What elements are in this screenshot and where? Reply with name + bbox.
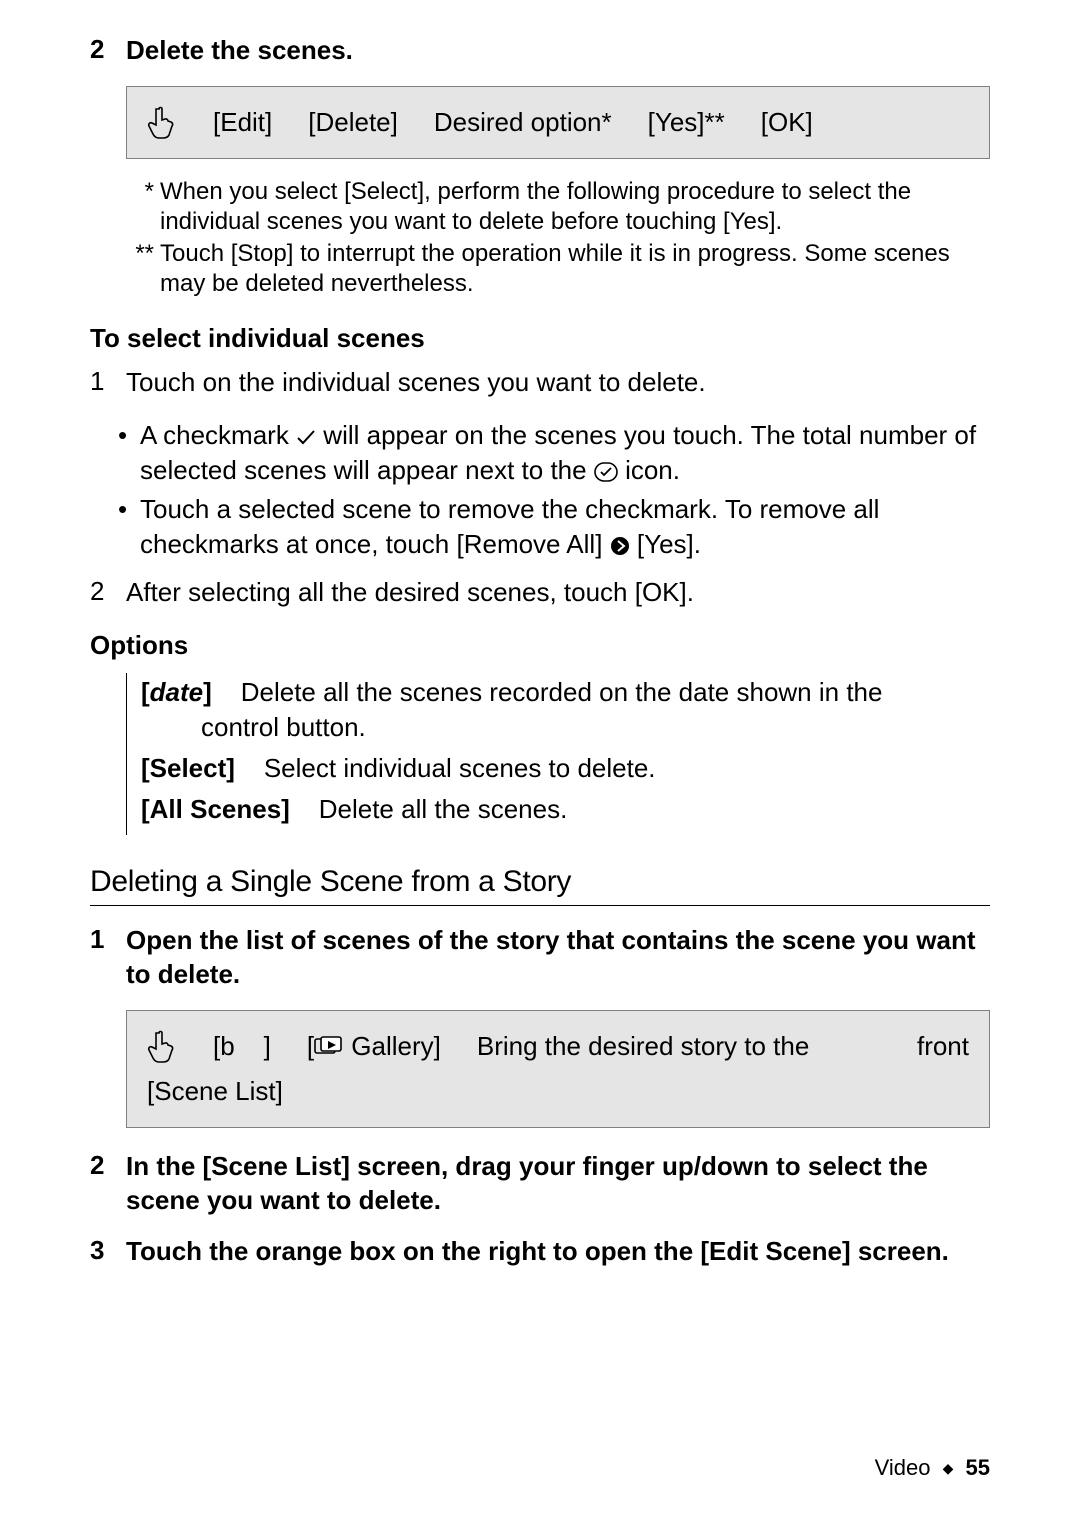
select-step-2: 2 After selecting all the desired scenes… [90,576,990,610]
seq-edit: [Edit] [213,103,272,142]
sec2-step-2: 2 In the [Scene List] screen, drag your … [90,1150,990,1218]
footnote-text: When you select [Select], perform the fo… [160,177,990,237]
checkmark-icon [296,429,316,447]
bullet-marker: • [118,418,140,488]
section-title: Deleting a Single Scene from a Story [90,865,990,906]
seq-ok: [OK] [761,103,813,142]
page-number: 55 [966,1455,990,1480]
selected-count-icon [594,462,618,482]
seq-yes: [Yes]** [648,103,725,142]
subsection-heading: To select individual scenes [90,323,990,354]
footnote-mark: * [126,177,160,237]
step-number: 2 [90,576,126,610]
options-heading: Options [90,630,990,661]
step-text: Open the list of scenes of the story tha… [126,924,990,992]
select-step-1: 1 Touch on the individual scenes you wan… [90,366,990,400]
touch-hand-icon [147,1027,177,1065]
bullet-marker: • [118,492,140,562]
seq-option: Desired option* [434,103,612,142]
bullet-item: • Touch a selected scene to remove the c… [118,492,990,562]
footnote-text: Touch [Stop] to interrupt the operation … [160,239,990,299]
step-text: After selecting all the desired scenes, … [126,576,694,610]
step-title: Delete the scenes. [126,34,353,68]
touch-sequence-bar: [Edit] [Delete] Desired option* [Yes]** … [126,86,990,159]
page-footer: Video ◆ 55 [875,1455,990,1481]
step-2-heading: 2 Delete the scenes. [90,34,990,68]
option-date: [date] Delete all the scenes recorded on… [141,675,990,745]
step-text: In the [Scene List] screen, drag your fi… [126,1150,990,1218]
step-number: 2 [90,34,126,68]
chevron-right-icon [610,536,630,556]
options-list: [date] Delete all the scenes recorded on… [126,673,990,835]
seq-gallery: [ Gallery] [307,1027,441,1066]
touch-sequence-bar-2: [b ] [ Gallery] Bring the desired story … [126,1010,990,1128]
seq-delete: [Delete] [308,103,398,142]
footer-section: Video [875,1455,931,1480]
seq-front: front [917,1027,969,1066]
step-number: 2 [90,1150,126,1218]
seq-bring: Bring the desired story to the [477,1027,815,1066]
touch-hand-icon [147,103,177,141]
step-number: 1 [90,366,126,400]
seq-scenelist: [Scene List] [147,1072,283,1111]
step-text: Touch the orange box on the right to ope… [126,1235,949,1269]
option-all-scenes: [All Scenes] Delete all the scenes. [141,792,990,827]
gallery-icon [314,1036,344,1058]
bullet-item: • A checkmark will appear on the scenes … [118,418,990,488]
step-text: Touch on the individual scenes you want … [126,366,706,400]
step-number: 1 [90,924,126,992]
bullet-text: A checkmark will appear on the scenes yo… [140,418,990,488]
diamond-icon: ◆ [943,1460,954,1476]
seq-b: [b ] [213,1027,271,1066]
footnotes: * When you select [Select], perform the … [126,177,990,299]
bullet-text: Touch a selected scene to remove the che… [140,492,990,562]
step-number: 3 [90,1235,126,1269]
sec2-step-1: 1 Open the list of scenes of the story t… [90,924,990,992]
sec2-step-3: 3 Touch the orange box on the right to o… [90,1235,990,1269]
footnote-mark: ** [126,239,160,299]
option-select: [Select] Select individual scenes to del… [141,751,990,786]
